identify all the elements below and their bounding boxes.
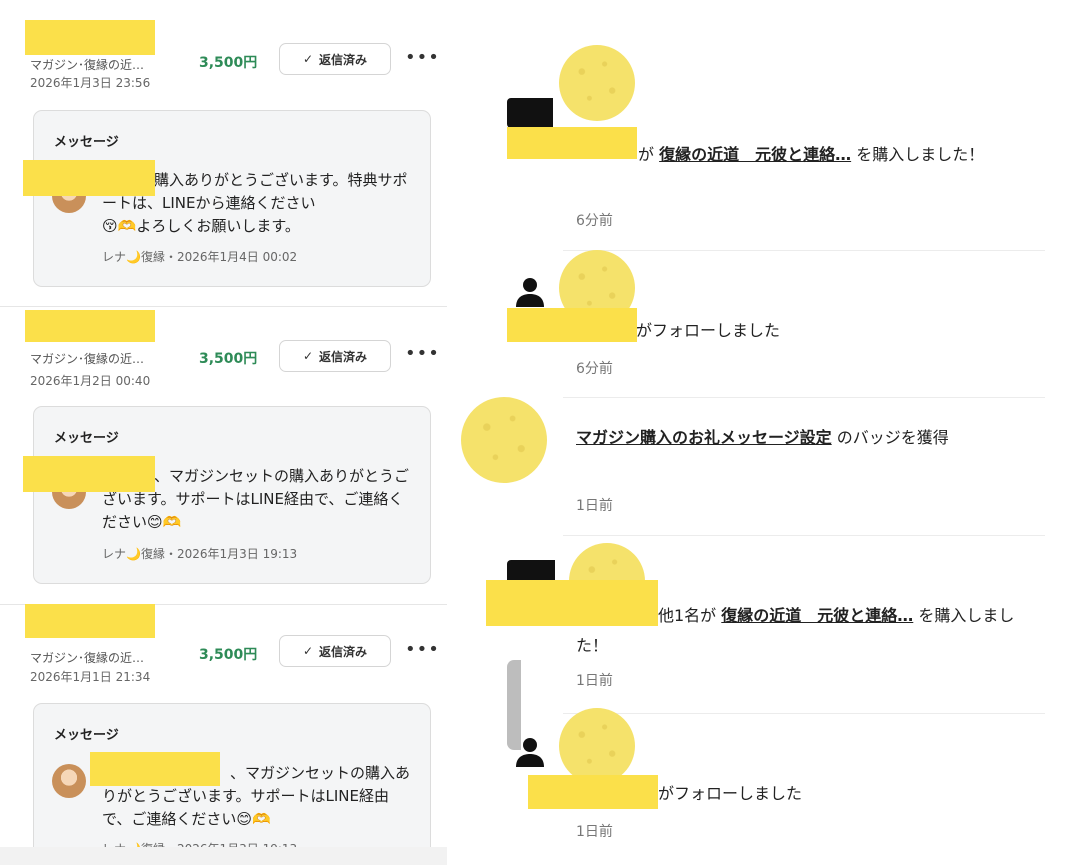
sale-entry: マガジン･復縁の近… 2026年1月1日 21:34 3,500円 ✓ 返信済み… — [0, 600, 447, 865]
message-heading: メッセージ — [54, 728, 119, 743]
more-dots-icon[interactable]: ••• — [405, 49, 439, 70]
message-card: メッセージ 、マガジンセットの購入ありがとうございます。サポートはLINE経由で… — [33, 406, 431, 584]
badge-avatar — [461, 397, 547, 483]
product-link[interactable]: 復縁の近道 元彼と連絡… — [721, 606, 913, 625]
feed-prefix: が — [638, 145, 655, 164]
emoji: 😚 — [102, 217, 118, 235]
feed-suffix: がフォローしました — [658, 784, 803, 803]
message-body-end: よろしくお願いします。 — [136, 217, 300, 235]
replied-label: 返信済み — [319, 52, 368, 67]
feed-text: 他1名が 復縁の近道 元彼と連絡… を購入しました！ — [576, 601, 1026, 661]
feed-text: マガジン購入のお礼メッセージ設定 のバッジを獲得 — [576, 423, 1026, 453]
redacted-buyer-name — [25, 20, 155, 55]
feed-suffix: を購入しました！ — [856, 145, 985, 164]
sale-date: 2026年1月3日 23:56 — [30, 76, 151, 90]
feed-item[interactable]: 他1名が 復縁の近道 元彼と連絡… を購入しました！ 1日前 — [455, 535, 1045, 750]
buyer-avatar — [52, 764, 86, 798]
feed-suffix: がフォローしました — [636, 321, 781, 340]
replied-button[interactable]: ✓ 返信済み — [279, 635, 391, 667]
thumbnail — [507, 98, 553, 128]
feed-item[interactable]: がフォローしました 6分前 — [455, 250, 1045, 398]
emoji: 🫶 — [252, 810, 271, 828]
message-card: メッセージ 購入ありがとうございます。特典サポートは、LINEから連絡ください 😚… — [33, 110, 431, 287]
more-dots-icon[interactable]: ••• — [405, 345, 439, 366]
replied-button[interactable]: ✓ 返信済み — [279, 340, 391, 372]
user-avatar[interactable] — [559, 708, 635, 784]
redacted-buyer-name — [23, 456, 155, 492]
emoji: 😊 — [236, 810, 253, 828]
emoji: 🫶 — [162, 513, 182, 531]
sale-date: 2026年1月2日 00:40 — [30, 374, 151, 388]
feed-time: 1日前 — [576, 673, 613, 689]
bottom-edge — [0, 847, 447, 865]
message-meta: レナ🌙復縁・2026年1月4日 00:02 — [102, 250, 298, 264]
feed-text: がフォローしました — [576, 779, 1026, 809]
sale-entry: マガジン･復縁の近… 2026年1月2日 00:40 3,500円 ✓ 返信済み… — [0, 300, 447, 605]
badge-link[interactable]: マガジン購入のお礼メッセージ設定 — [576, 428, 832, 447]
emoji: 🫶 — [117, 217, 137, 235]
sale-date: 2026年1月1日 21:34 — [30, 670, 151, 684]
check-icon: ✓ — [302, 52, 314, 66]
more-dots-icon[interactable]: ••• — [405, 641, 439, 662]
message-meta: レナ🌙復縁・2026年1月3日 19:13 — [102, 547, 298, 561]
product-title[interactable]: マガジン･復縁の近… — [30, 56, 144, 73]
replied-button[interactable]: ✓ 返信済み — [279, 43, 391, 75]
message-heading: メッセージ — [54, 431, 119, 446]
message-heading: メッセージ — [54, 135, 119, 150]
check-icon: ✓ — [302, 644, 314, 658]
redacted-buyer-name — [25, 604, 155, 638]
activity-feed: が 復縁の近道 元彼と連絡… を購入しました！ 6分前 がフォローしました 6分… — [455, 0, 1065, 865]
feed-suffix: のバッジを獲得 — [836, 428, 949, 447]
redacted-buyer-name — [23, 160, 155, 196]
feed-time: 1日前 — [576, 824, 613, 840]
sales-list: マガジン･復縁の近… 2026年1月3日 23:56 3,500円 ✓ 返信済み… — [0, 0, 447, 865]
feed-prefix: 他1名が — [658, 606, 717, 625]
feed-text: が 復縁の近道 元彼と連絡… を購入しました！ — [576, 140, 1026, 170]
replied-label: 返信済み — [319, 644, 368, 659]
feed-time: 6分前 — [576, 213, 613, 229]
sale-price: 3,500円 — [199, 647, 258, 663]
user-avatar[interactable] — [559, 45, 635, 121]
emoji: 😊 — [147, 513, 163, 531]
product-title[interactable]: マガジン･復縁の近… — [30, 649, 144, 666]
product-link[interactable]: 復縁の近道 元彼と連絡… — [659, 145, 851, 164]
product-title[interactable]: マガジン･復縁の近… — [30, 350, 144, 367]
feed-item[interactable]: がフォローしました 1日前 — [455, 708, 1045, 865]
redacted-buyer-name — [90, 752, 220, 786]
sale-price: 3,500円 — [199, 351, 258, 367]
feed-item[interactable]: が 復縁の近道 元彼と連絡… を購入しました！ 6分前 — [455, 0, 1045, 251]
check-icon: ✓ — [302, 349, 314, 363]
feed-item[interactable]: マガジン購入のお礼メッセージ設定 のバッジを獲得 1日前 — [455, 397, 1045, 536]
feed-time: 6分前 — [576, 361, 613, 377]
redacted-buyer-name — [25, 310, 155, 342]
sale-price: 3,500円 — [199, 55, 258, 71]
feed-text: がフォローしました — [576, 316, 1026, 346]
person-icon — [516, 738, 544, 767]
feed-time: 1日前 — [576, 498, 613, 514]
replied-label: 返信済み — [319, 349, 368, 364]
person-icon — [516, 278, 544, 307]
sale-entry: マガジン･復縁の近… 2026年1月3日 23:56 3,500円 ✓ 返信済み… — [0, 0, 447, 307]
